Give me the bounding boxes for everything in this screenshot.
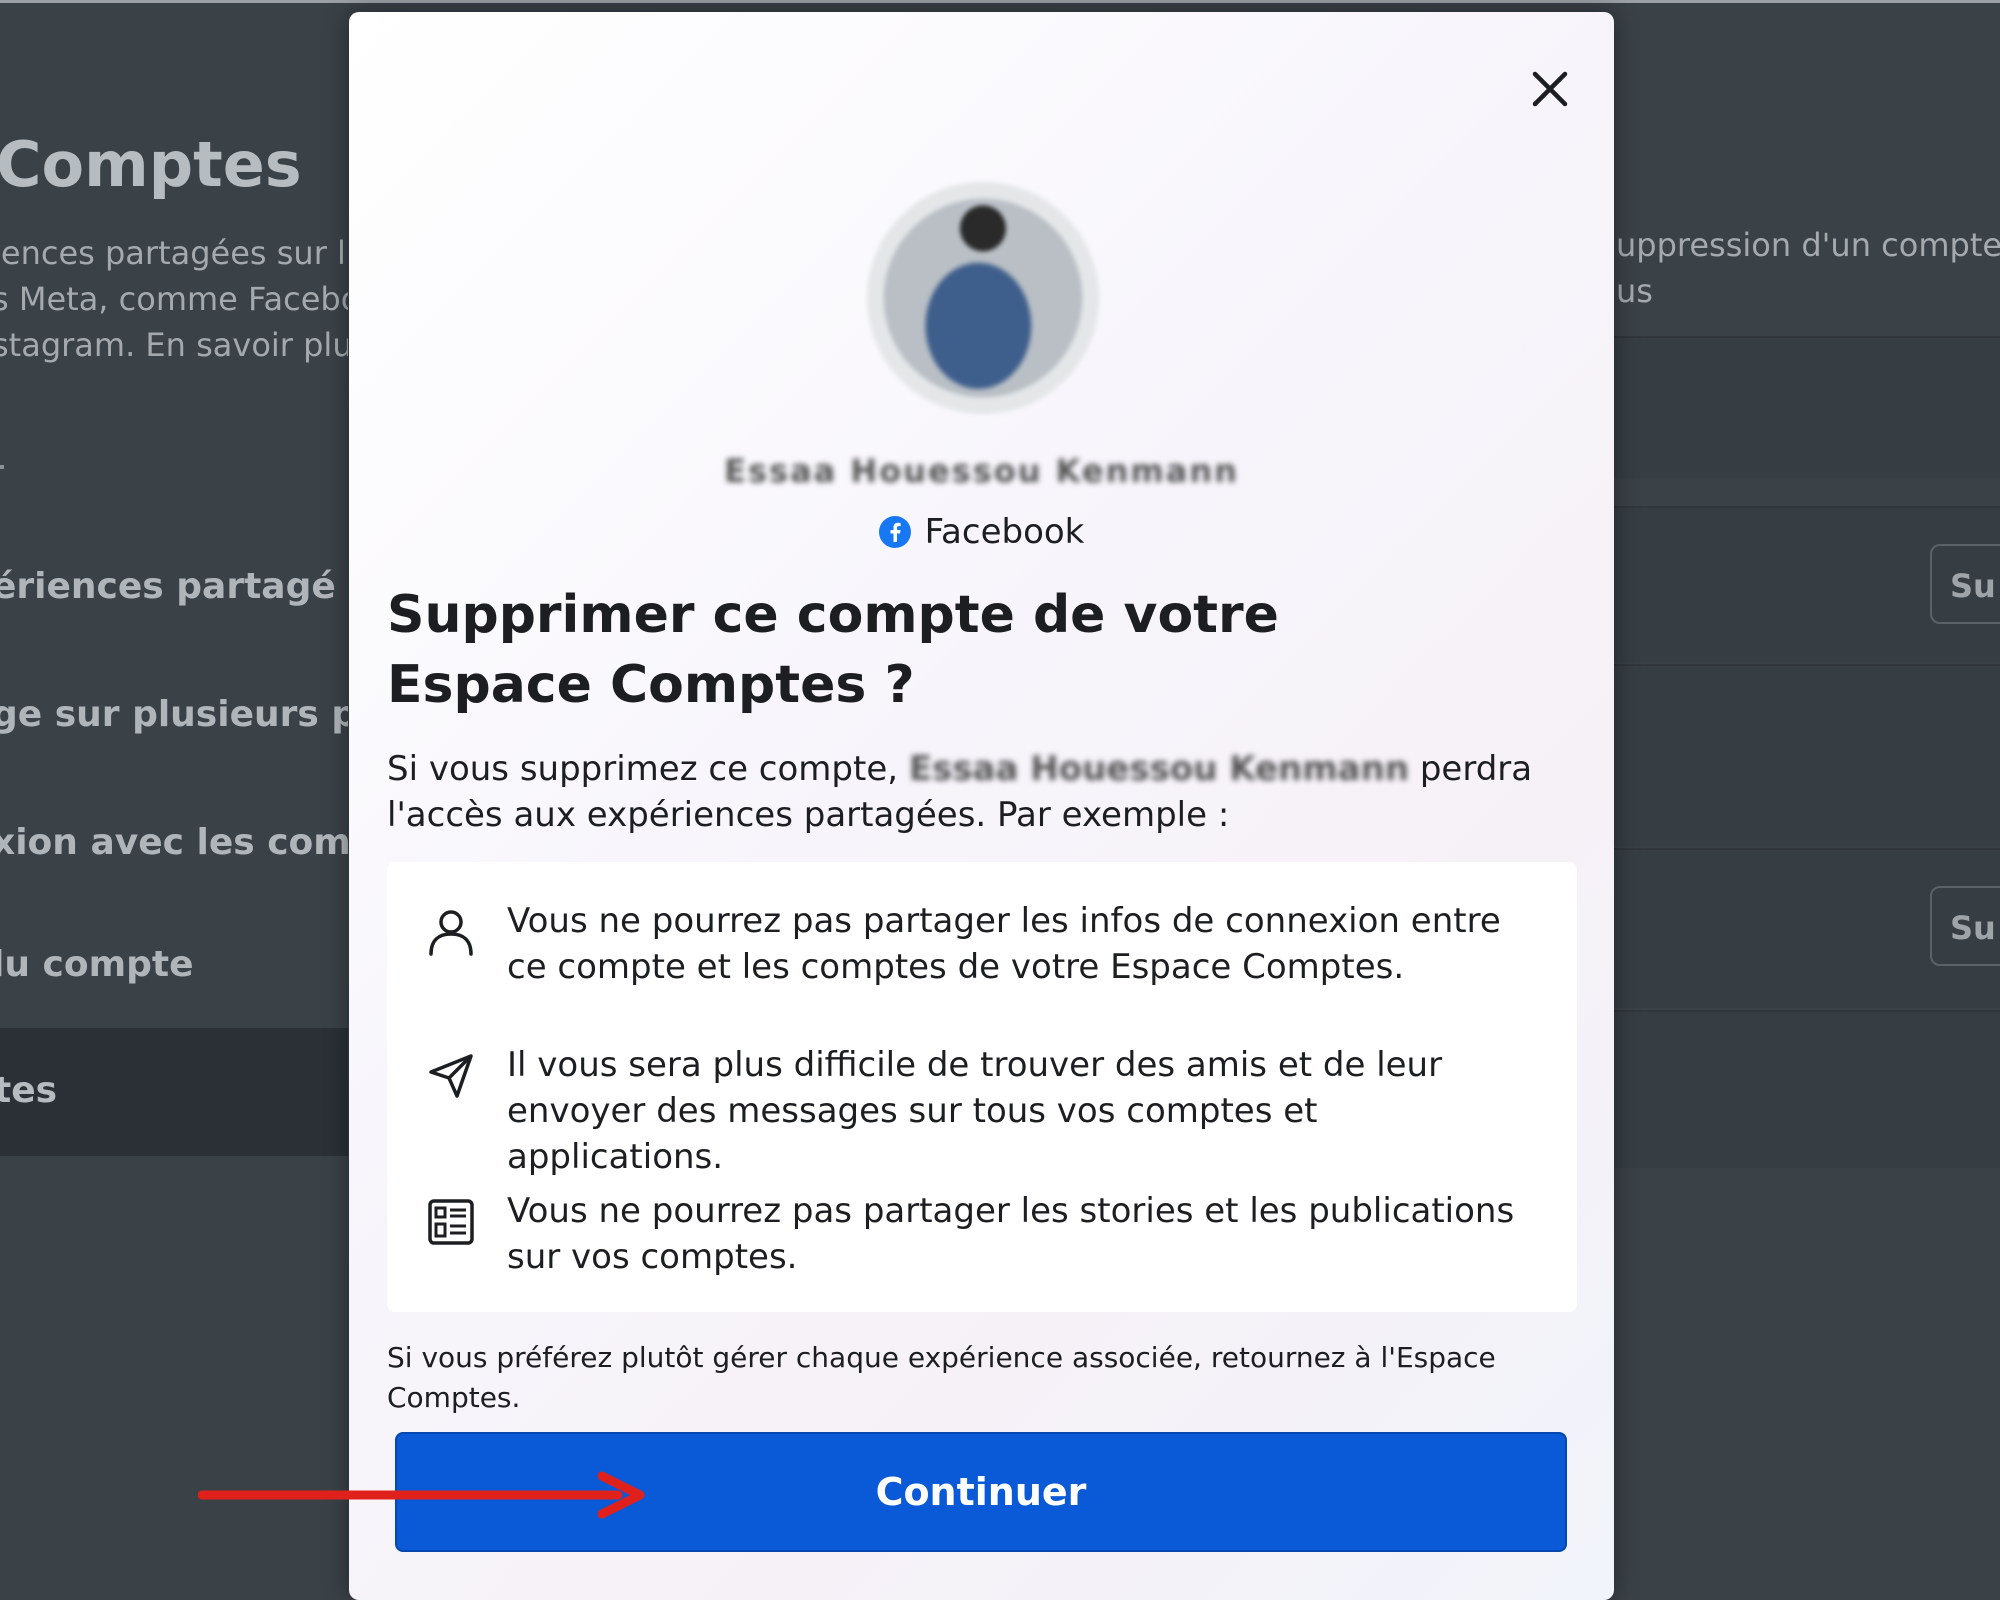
background-card: Su: [1614, 848, 2000, 1008]
background-desc-line: s Meta, comme Facebo: [0, 280, 348, 318]
list-item-text: Il vous sera plus difficile de trouver d…: [507, 1045, 1443, 1177]
background-menu-item[interactable]: ge sur plusieurs prof: [0, 694, 348, 735]
list-item-text: Vous ne pourrez pas partager les stories…: [507, 1191, 1515, 1277]
consequences-list: Vous ne pourrez pas partager les infos d…: [387, 862, 1577, 1312]
background-menu-item[interactable]: lu compte: [0, 944, 193, 985]
background-menu-item-label: tes: [0, 1070, 58, 1111]
background-left-panel: Comptes iences partagées sur l'e s Meta,…: [0, 0, 348, 1600]
intro-account-name: Essaa Houessou Kenmann: [908, 749, 1410, 789]
background-desc-line: iences partagées sur l'e: [0, 234, 348, 272]
list-item-text: Vous ne pourrez pas partager les infos d…: [507, 901, 1501, 987]
background-menu-item[interactable]: ériences partagé: [0, 566, 336, 607]
footnote: Si vous préférez plutôt gérer chaque exp…: [387, 1341, 1496, 1414]
background-right-description: uppression d'un compte e us: [1616, 222, 2000, 314]
person-icon: [429, 910, 473, 956]
background-card: [1614, 664, 2000, 846]
background-menu-item-active[interactable]: tes: [0, 1028, 348, 1156]
background-page-title: Comptes: [0, 128, 302, 201]
background-description: iences partagées sur l'e s Meta, comme F…: [0, 230, 348, 368]
profile-avatar: [867, 182, 1099, 414]
background-remove-button[interactable]: Su: [1930, 886, 2000, 966]
background-desc-line: stagram. En savoir plus: [0, 326, 348, 364]
close-button[interactable]: [1523, 62, 1577, 116]
background-right-desc-line: us: [1616, 272, 1653, 310]
background-remove-button[interactable]: Su: [1930, 544, 2000, 624]
dialog-heading: Supprimer ce compte de votre Espace Comp…: [387, 585, 1279, 715]
background-right-desc-line: uppression d'un compte e: [1616, 226, 2000, 264]
dialog-intro: Si vous supprimez ce compte, Essaa Houes…: [387, 746, 1567, 838]
annotation-arrow-icon: [198, 1471, 645, 1519]
facebook-icon: [878, 516, 911, 548]
background-card: [1614, 336, 2000, 478]
close-icon: [1532, 71, 1568, 107]
platform-label: Facebook: [349, 512, 1614, 552]
background-card: [1614, 1010, 2000, 1168]
background-right-panel: uppression d'un compte e us Su Su: [1614, 0, 2000, 1600]
send-icon: [429, 1054, 473, 1098]
feed-icon: [428, 1199, 474, 1245]
remove-account-dialog: Essaa Houessou Kenmann Facebook Supprime…: [349, 12, 1614, 1600]
background-menu-item[interactable]: xion avec les compt: [0, 822, 348, 863]
platform-name: Facebook: [924, 512, 1085, 552]
background-card: Su: [1614, 506, 2000, 662]
background-divider: [0, 465, 4, 469]
account-name: Essaa Houessou Kenmann: [724, 452, 1239, 490]
intro-text-before: Si vous supprimez ce compte,: [387, 749, 909, 789]
